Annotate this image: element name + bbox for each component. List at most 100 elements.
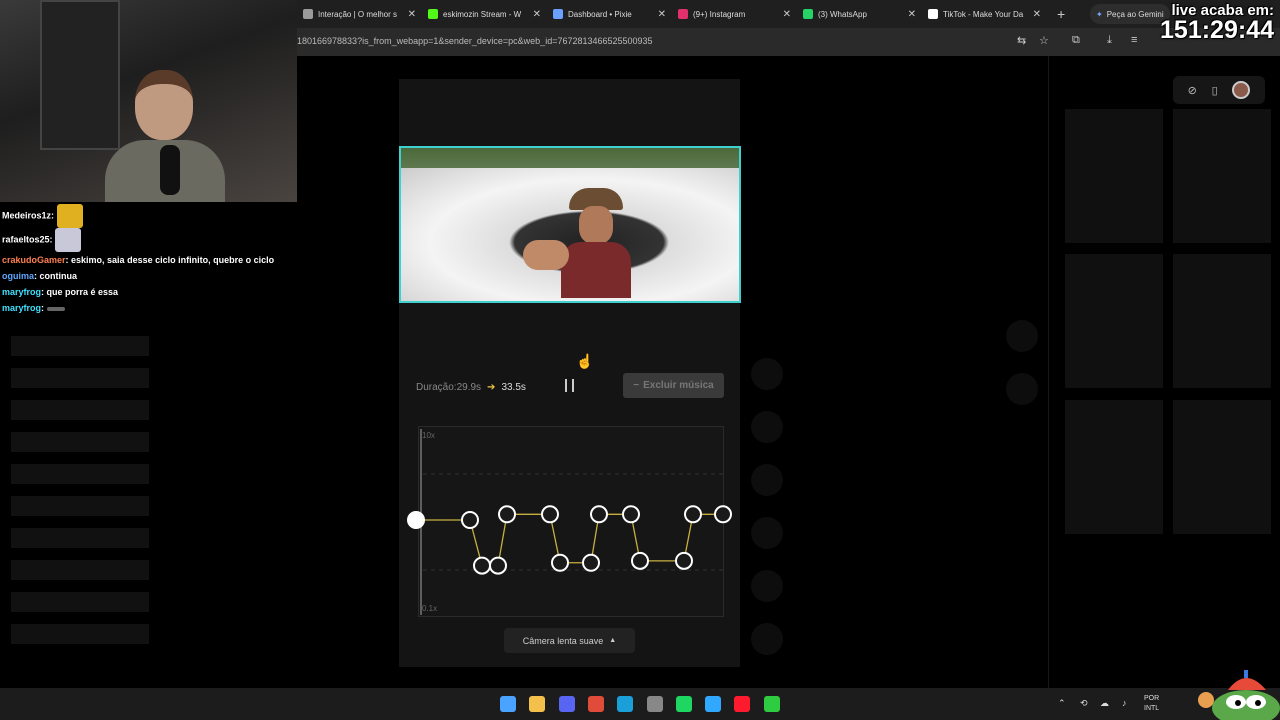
chat-placeholder-rows [11,336,149,656]
tab-favicon-icon [553,9,563,19]
url-text[interactable]: 180166978833?is_from_webapp=1&sender_dev… [297,36,653,46]
spotify-icon[interactable] [675,696,692,712]
tab-close-icon[interactable]: ✕ [783,9,791,20]
speed-point[interactable] [582,553,600,572]
file-explorer-icon[interactable] [529,696,546,712]
chat-emote-icon [56,204,83,228]
lang-line2: INTL [1144,705,1160,712]
video-preview[interactable] [399,146,741,303]
chat-message: oguima: continua [2,271,78,281]
right-toolbar: ⊘ ▯ [1173,76,1265,104]
speed-point[interactable] [631,551,649,570]
steam-icon[interactable] [617,696,634,712]
opera-icon[interactable] [734,696,751,712]
speed-point[interactable] [684,505,702,524]
browser-tab[interactable]: eskimozin Stream - W ✕ [422,0,547,28]
chat-message: crakudoGamer: eskimo, saia desse ciclo i… [2,255,275,265]
media-icon[interactable]: ≡ [1131,34,1137,46]
translate-icon[interactable]: ⇆ [1017,34,1026,47]
mic-icon[interactable]: ♪ [1122,698,1127,708]
speed-point-selected[interactable] [407,511,425,529]
photoshop-icon[interactable] [705,696,722,712]
action-circle[interactable] [751,623,783,655]
new-tab-button[interactable]: + [1047,6,1075,22]
caret-up-icon: ▲ [609,637,617,644]
video-thumbnail[interactable] [1065,109,1163,243]
tab-close-icon[interactable]: ✕ [1033,9,1041,20]
lang-line1: POR [1144,695,1160,702]
speed-point[interactable] [622,505,640,524]
action-circle[interactable] [751,358,783,390]
action-circle[interactable] [751,464,783,496]
chevron-up-icon[interactable]: ⌃ [1058,698,1066,709]
speed-point[interactable] [590,505,608,524]
speed-point[interactable] [473,556,491,575]
video-thumbnail[interactable] [1173,400,1271,534]
chat-username: Medeiros1z [2,210,52,221]
camera-mode-button[interactable]: Câmera lenta suave ▲ [504,628,635,653]
avatar[interactable] [1232,81,1251,99]
bookmark-star-icon[interactable]: ☆ [1039,34,1049,47]
remove-music-button[interactable]: − Excluir música [623,373,724,398]
pause-icon[interactable] [564,379,576,393]
extensions-icon[interactable]: ⧉ [1072,34,1080,47]
chat-emote-icon [46,306,65,311]
tab-close-icon[interactable]: ✕ [533,9,541,20]
browser-tab[interactable]: Dashboard • Pixie ✕ [547,0,672,28]
action-circle[interactable] [1006,373,1038,405]
microphone [160,145,180,195]
webcam-feed [0,0,297,202]
chat-message: maryfrog: [0,300,300,316]
tab-close-icon[interactable]: ✕ [658,9,666,20]
graph-min-label: 0.1x [422,604,438,613]
chat-username: maryfrog [2,303,42,313]
speed-point[interactable] [489,556,507,575]
speed-point[interactable] [498,505,516,524]
browser-tab[interactable]: (9+) Instagram ✕ [672,0,797,28]
chat-message: Medeiros1z: [0,204,300,228]
browser-tab[interactable]: (3) WhatsApp ✕ [797,0,922,28]
cloud-icon[interactable]: ☁ [1100,698,1109,709]
obs-icon[interactable] [646,696,663,712]
address-bar[interactable]: 180166978833?is_from_webapp=1&sender_dev… [297,28,1280,56]
chat-message: maryfrog: que porra é essa [2,287,119,297]
chrome-icon[interactable] [587,696,604,712]
speed-point[interactable] [541,505,559,524]
chat-emote-icon [55,228,82,252]
tab-close-icon[interactable]: ✕ [908,9,916,20]
gemini-button[interactable]: ✦ Peça ao Gemini [1090,4,1170,24]
speed-point[interactable] [714,505,732,524]
discord-icon[interactable] [558,696,575,712]
language-indicator[interactable]: POR INTL [1144,694,1159,714]
video-thumbnail[interactable] [1173,254,1271,388]
speed-point[interactable] [675,551,693,570]
minus-icon: − [633,380,640,391]
xbox-icon[interactable] [763,696,780,712]
screen: Interação | O melhor s ✕ eskimozin Stream … [0,0,1280,720]
speed-point[interactable] [461,511,479,529]
download-icon[interactable]: ⤓ [1107,34,1112,47]
compass-icon[interactable]: ⊘ [1188,84,1197,97]
network-icon[interactable]: ⟲ [1080,698,1088,709]
tab-title: (9+) Instagram [693,9,746,19]
browser-tab[interactable]: TikTok - Make Your Da ✕ [922,0,1047,28]
chat-text: continua [39,271,78,281]
pepe-mascot [1198,670,1280,720]
video-thumbnail[interactable] [1065,400,1163,534]
windows-start-icon[interactable] [500,696,516,712]
action-circle[interactable] [751,517,783,549]
tab-title: Interação | O melhor s [318,9,397,19]
browser-tab[interactable]: Interação | O melhor s ✕ [297,0,422,28]
tab-title: eskimozin Stream - W [443,9,522,19]
action-circle[interactable] [1006,320,1038,352]
action-circle[interactable] [751,411,783,443]
phone-icon[interactable]: ▯ [1212,84,1218,97]
video-thumbnail[interactable] [1173,109,1271,243]
action-circle[interactable] [751,570,783,602]
tab-close-icon[interactable]: ✕ [408,9,416,20]
speed-points[interactable] [400,470,740,590]
video-thumbnail[interactable] [1065,254,1163,388]
tab-title: TikTok - Make Your Da [943,9,1024,19]
mouse-cursor-icon: ☝ [576,353,594,369]
speed-point[interactable] [551,553,569,572]
